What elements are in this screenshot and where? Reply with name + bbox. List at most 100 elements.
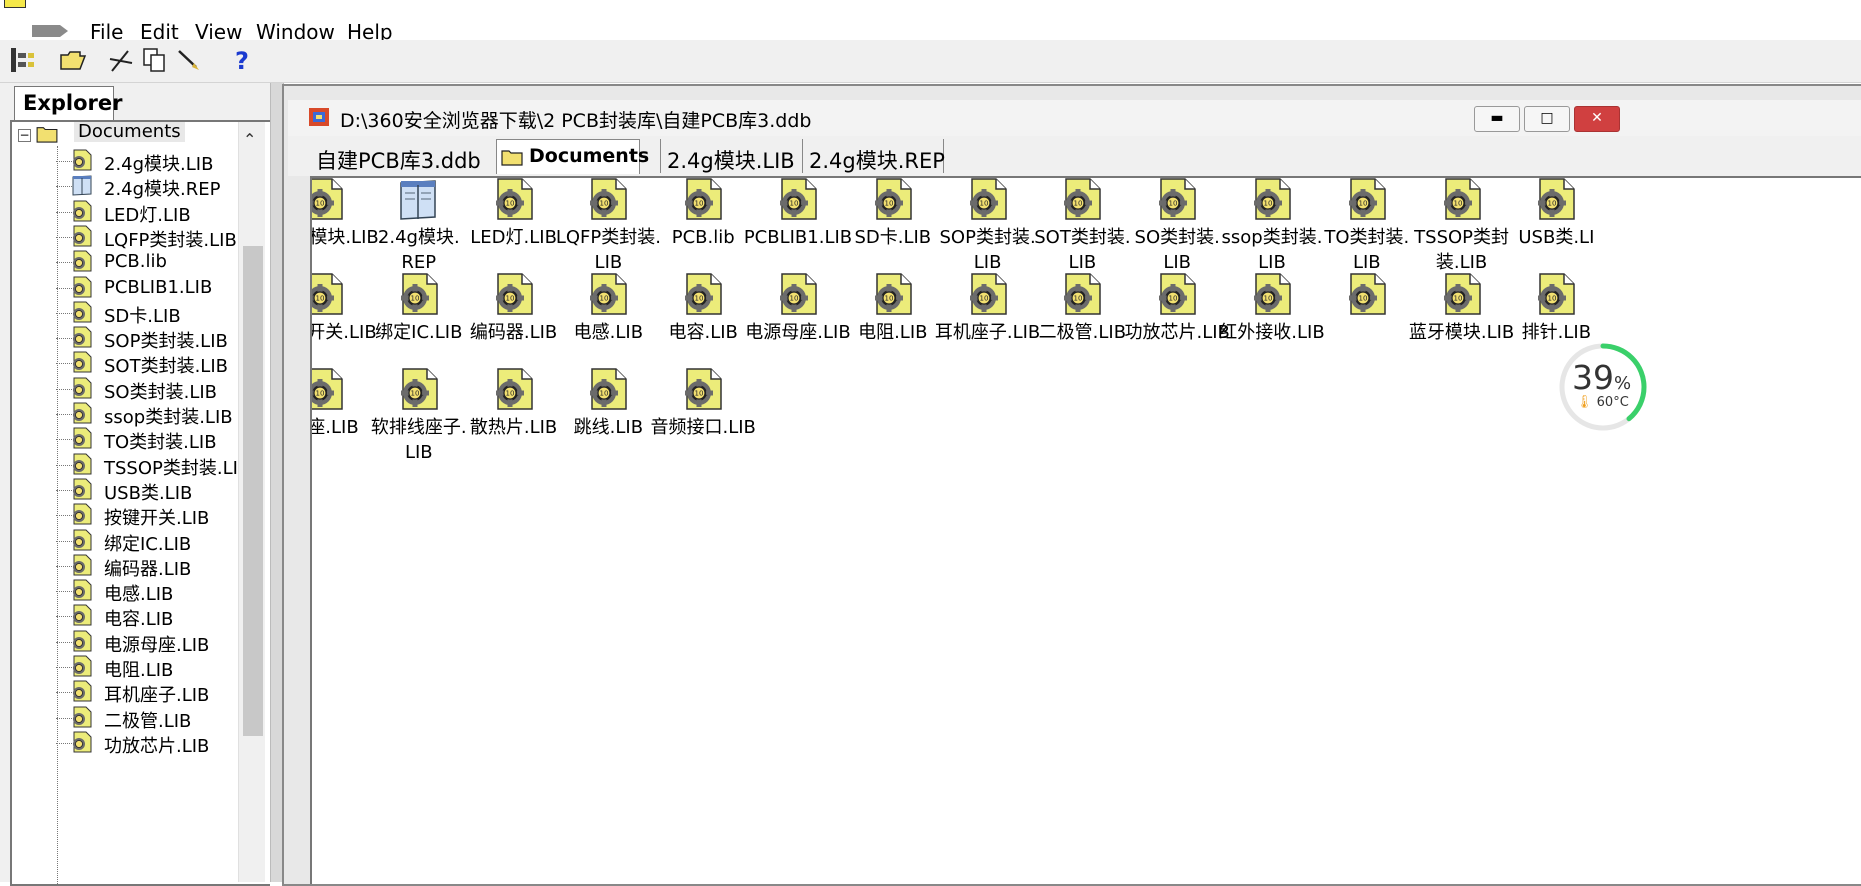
svg-text:101: 101 (410, 295, 423, 303)
open-folder-icon[interactable] (58, 45, 88, 75)
tree-item[interactable]: 二极管.LIB (12, 704, 240, 732)
tree-item[interactable]: TO类封装.LIB (12, 425, 240, 453)
library-file-icon: 101 (1159, 273, 1196, 315)
svg-text:?: ? (235, 47, 249, 75)
library-file-icon (73, 554, 92, 576)
tree-item[interactable]: SO类封装.LIB (12, 375, 240, 403)
library-file-icon: 101 (1538, 273, 1576, 315)
library-file-icon (73, 453, 92, 475)
thermometer-icon: 🌡 (1576, 395, 1593, 410)
library-file-icon: 101 (1348, 178, 1386, 220)
tree-item[interactable]: ssop类封装.LIB (12, 400, 240, 428)
library-file-icon: 101 (685, 273, 722, 315)
tree-item[interactable]: PCBLIB1.LIB (12, 274, 240, 302)
svg-text:101: 101 (505, 295, 518, 303)
library-file-icon: 101 (1348, 273, 1386, 315)
documents-view[interactable]: 101 2.4g模块.LIB 2.4g模块.REP 101 LED灯.LIB 1… (310, 176, 1861, 884)
collapse-icon[interactable]: − (18, 129, 31, 142)
library-file-icon (73, 200, 92, 222)
copy-icon[interactable] (140, 45, 170, 75)
tree-item[interactable]: PCB.lib (12, 248, 240, 276)
library-file-icon: 101 (685, 178, 722, 220)
svg-text:101: 101 (316, 295, 329, 303)
tree-item[interactable]: LQFP类封装.LIB (12, 223, 240, 251)
library-file-icon (73, 478, 92, 500)
tree-item[interactable]: 电源母座.LIB (12, 628, 240, 656)
cut-icon[interactable] (106, 45, 136, 75)
document-item[interactable]: 101 音频接口.LIB (647, 365, 759, 440)
document-title-bar: D:\360安全浏览器下载\2 PCB封装库\自建PCB库3.ddb ▬ □ ✕ (288, 100, 1861, 137)
explorer-tree-icon[interactable] (8, 45, 38, 75)
tree-item[interactable]: 电感.LIB (12, 577, 240, 605)
library-file-icon (73, 427, 92, 449)
tree-item[interactable]: 功放芯片.LIB (12, 729, 240, 757)
tab-ddb[interactable]: 自建PCB库3.ddb (310, 139, 482, 173)
tree-item[interactable]: TSSOP类封装.LIB (12, 451, 250, 479)
tree-item[interactable]: 按键开关.LIB (12, 501, 240, 529)
close-button[interactable]: ✕ (1574, 106, 1620, 132)
tree-scrollbar[interactable]: ⌃ (238, 122, 265, 882)
svg-text:101: 101 (600, 295, 613, 303)
svg-text:101: 101 (1074, 200, 1087, 208)
library-file-icon (73, 377, 92, 399)
svg-text:101: 101 (790, 200, 803, 208)
tree-item-label: 功放芯片.LIB (104, 735, 210, 757)
library-file-icon: 101 (495, 273, 533, 315)
tree-item[interactable]: USB类.LIB (12, 476, 240, 504)
tree-item[interactable]: LED灯.LIB (12, 198, 240, 226)
folder-icon (501, 150, 523, 166)
library-file-icon: 101 (1159, 178, 1196, 220)
svg-text:101: 101 (979, 295, 992, 303)
document-item[interactable]: 101 USB类.LI (1500, 178, 1612, 250)
tree-item[interactable]: SOP类封装.LIB (12, 324, 240, 352)
scrollbar-thumb[interactable] (243, 246, 263, 736)
svg-text:101: 101 (505, 390, 518, 398)
tree-item[interactable]: 绑定IC.LIB (12, 527, 240, 555)
scroll-up-icon[interactable]: ⌃ (243, 130, 256, 149)
svg-text:101: 101 (1264, 295, 1277, 303)
minimize-button[interactable]: ▬ (1474, 106, 1520, 132)
document-item[interactable]: 101 排针.LIB (1500, 270, 1612, 345)
svg-text:101: 101 (505, 200, 518, 208)
svg-text:101: 101 (979, 200, 992, 208)
tab-lib[interactable]: 2.4g模块.LIB (660, 139, 795, 173)
svg-text:101: 101 (316, 390, 329, 398)
library-file-icon: 101 (590, 178, 628, 220)
svg-text:101: 101 (1169, 295, 1182, 303)
tree-item[interactable]: SOT类封装.LIB (12, 349, 240, 377)
toolbar: ? (0, 40, 1861, 83)
library-file-icon: 101 (312, 178, 343, 220)
report-file-icon (72, 175, 92, 196)
tree-item[interactable]: 耳机座子.LIB (12, 678, 240, 706)
library-file-icon: 101 (1443, 178, 1481, 220)
tree-item[interactable]: 编码器.LIB (12, 552, 240, 580)
paste-icon[interactable] (174, 45, 204, 75)
svg-text:101: 101 (1453, 295, 1466, 303)
svg-text:101: 101 (1169, 200, 1182, 208)
library-file-icon: 101 (969, 273, 1007, 315)
maximize-button[interactable]: □ (1524, 106, 1570, 132)
tab-documents[interactable]: Documents (496, 139, 649, 174)
tree-item[interactable]: 2.4g模块.REP (12, 172, 240, 200)
tree-item-label: PCBLIB1.LIB (104, 276, 213, 298)
svg-text:101: 101 (410, 390, 423, 398)
system-menu-arrow-icon[interactable] (30, 22, 70, 40)
tree-item[interactable]: SD卡.LIB (12, 299, 240, 327)
svg-text:101: 101 (600, 200, 613, 208)
library-file-icon (73, 731, 92, 753)
tree-item[interactable]: 2.4g模块.LIB (12, 147, 240, 175)
svg-text:101: 101 (1548, 295, 1561, 303)
library-file-icon: 101 (1064, 178, 1102, 220)
tab-ddb-label: 自建PCB库3.ddb (316, 149, 481, 173)
tree-item[interactable]: 电容.LIB (12, 602, 240, 630)
help-icon[interactable]: ? (226, 45, 256, 75)
tree-item[interactable]: 电阻.LIB (12, 653, 240, 681)
gauge-temperature: 🌡 60°C (1576, 395, 1629, 410)
tab-explorer[interactable]: Explorer (14, 86, 123, 121)
svg-text:101: 101 (790, 295, 803, 303)
library-file-icon: 101 (1443, 273, 1481, 315)
library-file-icon: 101 (780, 178, 817, 220)
gauge-temperature-value: 60°C (1596, 395, 1629, 410)
explorer-tree[interactable]: − Documents 2.4g模块.LIB 2.4g模块.REP LED灯.L… (10, 120, 270, 886)
tab-rep[interactable]: 2.4g模块.REP (802, 139, 945, 173)
